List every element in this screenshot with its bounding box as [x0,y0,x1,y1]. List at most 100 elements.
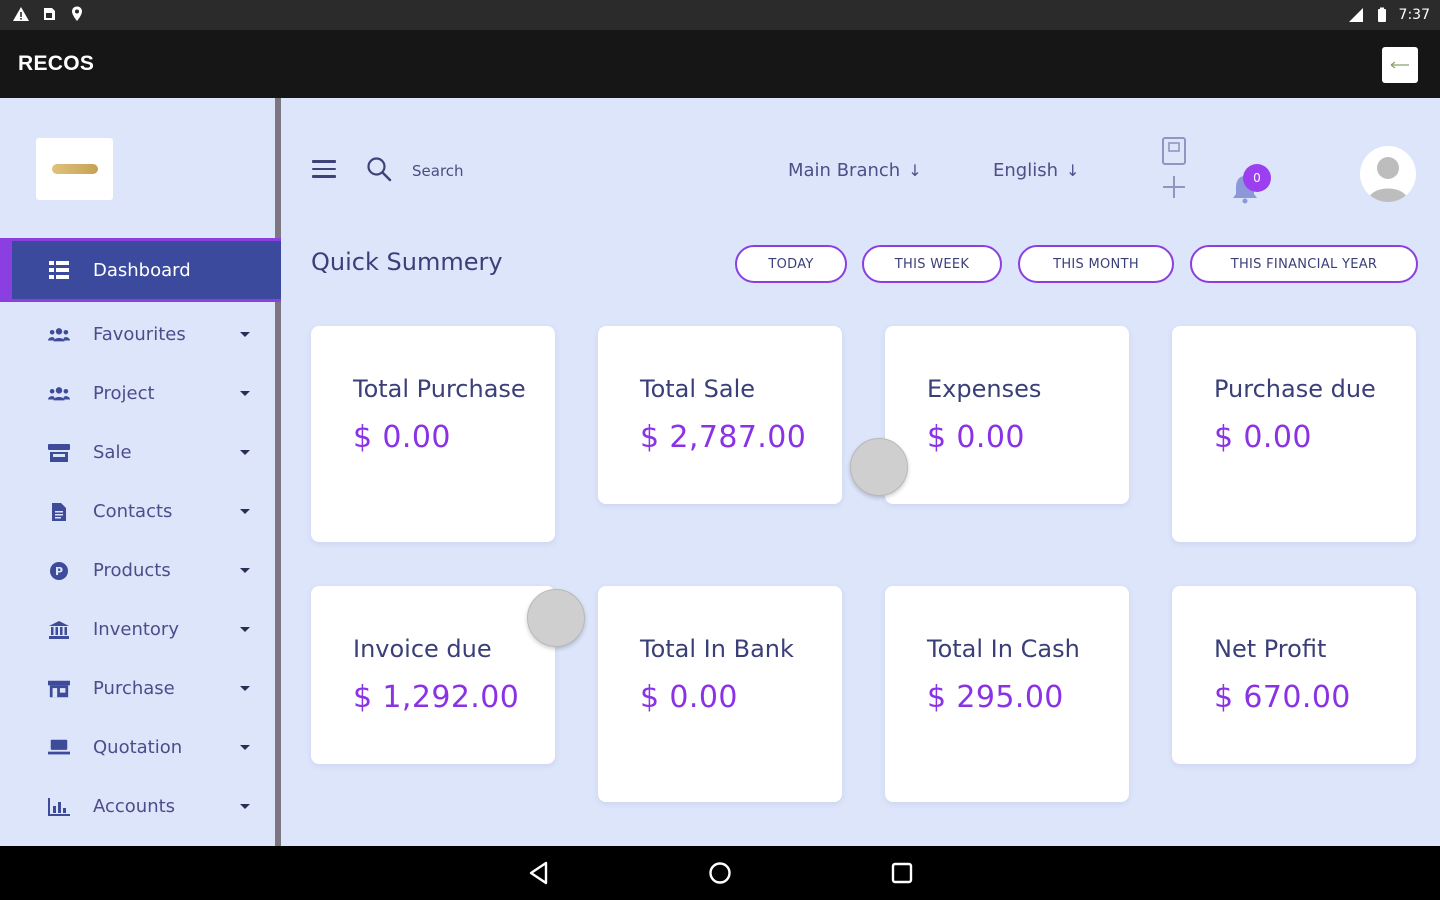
caret-down-icon [240,745,250,750]
warning-icon [13,7,29,21]
app-title: RECOS [18,52,95,75]
caret-down-icon [240,804,250,809]
main-content: Dashboard Favourites Project Sale Contac… [0,98,1440,846]
store-icon [48,442,70,464]
arrow-down-icon: ↓ [1066,161,1080,180]
filter-today-button[interactable]: TODAY [735,245,847,283]
sidebar-item-inventory[interactable]: Inventory [0,600,281,659]
sidebar: Dashboard Favourites Project Sale Contac… [0,98,281,846]
summary-card-total-purchase[interactable]: Total Purchase $ 0.00 [311,326,555,542]
card-title: Net Profit [1214,635,1327,663]
card-title: Expenses [927,375,1042,403]
sidebar-item-label: Dashboard [93,259,191,281]
sidebar-item-label: Accounts [93,796,176,817]
avatar[interactable] [1360,146,1416,202]
bank-icon [48,619,70,641]
caret-down-icon [240,568,250,573]
sidebar-menu: Dashboard Favourites Project Sale Contac… [0,238,281,836]
sidebar-item-label: Quotation [93,737,183,758]
sidebar-item-quotation[interactable]: Quotation [0,718,281,777]
caret-down-icon [240,627,250,632]
card-value: $ 670.00 [1214,680,1351,715]
summary-card-total-in-bank[interactable]: Total In Bank $ 0.00 [598,586,842,802]
notification-badge: 0 [1243,164,1271,192]
hamburger-line [312,160,336,163]
menu-toggle-button[interactable] [312,160,336,178]
back-icon[interactable] [526,860,552,886]
sidebar-item-label: Inventory [93,619,179,640]
app-bar: RECOS [0,30,1440,98]
sidebar-item-project[interactable]: Project [0,364,281,423]
status-time: 7:37 [1398,7,1430,23]
touch-indicator [850,438,908,496]
branch-dropdown[interactable]: Main Branch ↓ [788,160,922,181]
product-icon: P [48,560,70,582]
filter-financial-year-button[interactable]: THIS FINANCIAL YEAR [1190,245,1418,283]
card-title: Total Purchase [353,375,526,403]
card-value: $ 0.00 [640,680,738,715]
users-icon [48,383,70,405]
grid-icon [48,259,70,281]
caret-down-icon [240,686,250,691]
sidebar-item-sale[interactable]: Sale [0,423,281,482]
notifications-button[interactable]: 0 [1230,164,1271,204]
summary-card-total-sale[interactable]: Total Sale $ 2,787.00 [598,326,842,504]
caret-down-icon [240,391,250,396]
signal-icon [1348,8,1363,22]
location-icon [72,6,82,21]
card-title: Total In Bank [640,635,794,663]
card-title: Purchase due [1214,375,1376,403]
status-bar: 7:37 [0,0,1440,30]
sidebar-item-label: Purchase [93,678,175,699]
sidebar-item-accounts[interactable]: Accounts [0,777,281,836]
sidebar-item-contacts[interactable]: Contacts [0,482,281,541]
filter-this-week-button[interactable]: THIS WEEK [862,245,1002,283]
quotation-icon [48,737,70,759]
hamburger-line [312,175,336,178]
card-title: Invoice due [353,635,492,663]
chart-icon [48,796,70,818]
language-dropdown[interactable]: English ↓ [993,160,1079,181]
caret-down-icon [240,450,250,455]
card-title: Total In Cash [927,635,1080,663]
sidebar-item-purchase[interactable]: Purchase [0,659,281,718]
company-logo [36,138,113,200]
home-icon[interactable] [707,860,733,886]
summary-card-total-in-cash[interactable]: Total In Cash $ 295.00 [885,586,1129,802]
add-document-icon[interactable] [1160,136,1190,202]
sidebar-item-products[interactable]: P Products [0,541,281,600]
page-title: Quick Summery [311,248,503,276]
navigation-bar [0,846,1440,900]
card-value: $ 295.00 [927,680,1064,715]
card-value: $ 1,292.00 [353,680,520,715]
sidebar-item-label: Sale [93,442,132,463]
user-icon [1368,157,1408,202]
users-icon [48,324,70,346]
sidebar-item-favourites[interactable]: Favourites [0,305,281,364]
caret-down-icon [240,509,250,514]
summary-card-net-profit[interactable]: Net Profit $ 670.00 [1172,586,1416,764]
svg-text:P: P [55,565,63,578]
card-title: Total Sale [640,375,756,403]
file-icon [48,501,70,523]
filter-this-month-button[interactable]: THIS MONTH [1018,245,1174,283]
sidebar-item-dashboard[interactable]: Dashboard [0,238,281,302]
summary-card-expenses[interactable]: Expenses $ 0.00 [885,326,1129,504]
branch-label: Main Branch [788,160,901,181]
sidebar-item-label: Project [93,383,155,404]
back-button[interactable] [1382,47,1418,83]
hamburger-line [312,167,336,170]
card-value: $ 0.00 [353,420,451,455]
search-input[interactable] [412,159,562,183]
summary-card-purchase-due[interactable]: Purchase due $ 0.00 [1172,326,1416,542]
sidebar-item-label: Contacts [93,501,173,522]
sd-card-icon [44,8,55,20]
summary-card-invoice-due[interactable]: Invoice due $ 1,292.00 [311,586,555,764]
sidebar-item-label: Favourites [93,324,186,345]
search-icon[interactable] [366,156,392,182]
language-label: English [993,160,1058,181]
card-value: $ 0.00 [927,420,1025,455]
shop-icon [48,678,70,700]
recents-icon[interactable] [889,860,915,886]
touch-indicator [527,589,585,647]
